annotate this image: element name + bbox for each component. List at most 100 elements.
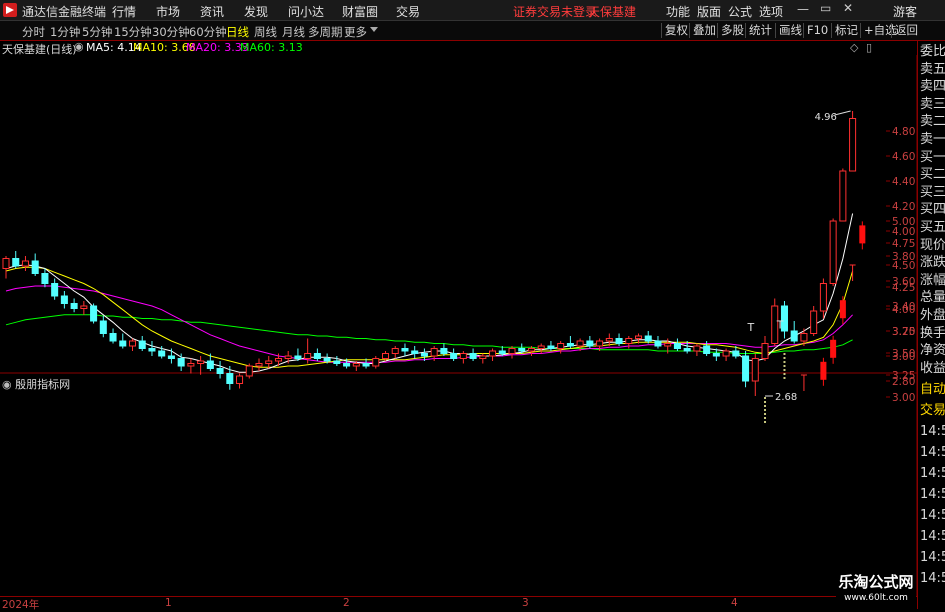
- watermark-title: 乐淘公式网: [838, 573, 914, 591]
- quote-field-label: 收益: [920, 360, 945, 376]
- legend-toggle-icon[interactable]: ◉: [74, 40, 84, 53]
- tool-draw[interactable]: 画线: [775, 23, 805, 38]
- candle-up: [634, 335, 643, 339]
- indicator-bar: [820, 361, 827, 380]
- legend-ma60: MA60: 3.13: [240, 41, 303, 54]
- watermark-url: www.60lt.com: [844, 593, 908, 603]
- period-multi[interactable]: 多周期: [308, 24, 343, 40]
- auto-trade-label[interactable]: 交易: [920, 402, 945, 420]
- tool-back[interactable]: 返回: [891, 23, 921, 38]
- period-30min[interactable]: 30分钟: [152, 24, 190, 40]
- kline-chart[interactable]: 4.804.604.404.204.003.803.603.403.203.00…: [0, 55, 917, 596]
- candle-up: [80, 305, 88, 309]
- period-timeshare[interactable]: 分时: [22, 24, 45, 40]
- candle-down: [420, 353, 428, 357]
- indicator-tick-label: 5.00: [892, 216, 915, 228]
- candle-down: [167, 355, 175, 359]
- tool-multistock[interactable]: 多股: [717, 23, 747, 38]
- indicator-tick-label: 4.00: [892, 304, 915, 316]
- price-tick-label: 4.80: [892, 126, 915, 138]
- current-stock: 天保基建: [588, 5, 637, 19]
- candle-down: [498, 350, 506, 354]
- period-more[interactable]: 更多: [344, 24, 367, 40]
- candle-up: [430, 348, 438, 357]
- title-bar: 通达信金融终端 行情 市场 资讯 发现 问小达 财富圈 交易 证券交易未登录 天…: [0, 0, 945, 21]
- candle-up: [489, 350, 497, 357]
- quote-field-label: 换手: [920, 325, 945, 341]
- candle-down: [790, 330, 798, 342]
- candle-down: [615, 338, 623, 344]
- trade-login-status[interactable]: 证券交易未登录: [513, 3, 597, 20]
- candle-down: [518, 348, 526, 352]
- minimize-icon[interactable]: —: [797, 2, 809, 16]
- tool-rights[interactable]: 复权: [661, 23, 691, 38]
- candle-up: [284, 355, 292, 359]
- indicator-tick-label: 3.50: [892, 348, 915, 360]
- indicator-bar: [830, 339, 837, 358]
- price-tick-label: 4.20: [892, 201, 915, 213]
- indicator-name: 殷朋指标网: [15, 378, 71, 391]
- period-15min[interactable]: 15分钟: [114, 24, 152, 40]
- candle-down: [401, 348, 409, 352]
- menu-layout[interactable]: 版面: [697, 3, 721, 20]
- candle-down: [712, 353, 720, 357]
- trade-time-label: 14:56: [920, 424, 945, 439]
- restore-icon[interactable]: ▭: [820, 1, 831, 15]
- candle-down: [177, 358, 185, 367]
- menu-assistant[interactable]: 问小达: [288, 3, 324, 20]
- tool-f10[interactable]: F10: [803, 23, 831, 38]
- close-icon[interactable]: ✕: [843, 1, 853, 15]
- period-weekly[interactable]: 周线: [254, 24, 277, 40]
- candle-up: [274, 358, 282, 362]
- indicator-toggle-icon[interactable]: ◉: [2, 378, 12, 391]
- candle-down: [138, 340, 146, 349]
- candle-down: [343, 363, 351, 367]
- menu-function[interactable]: 功能: [666, 3, 690, 20]
- trade-time-label: 14:56: [920, 529, 945, 544]
- period-5min[interactable]: 5分钟: [82, 24, 112, 40]
- signal-t-label: T: [776, 319, 784, 332]
- candle-up: [255, 363, 263, 367]
- quote-field-label: 买一: [920, 149, 945, 165]
- candle-up: [236, 375, 244, 384]
- menu-market[interactable]: 市场: [156, 3, 180, 20]
- quote-field-label: 卖一: [920, 132, 945, 147]
- period-daily[interactable]: 日线: [226, 24, 249, 40]
- auto-trade-label[interactable]: 自动: [920, 381, 945, 399]
- period-monthly[interactable]: 月线: [282, 24, 305, 40]
- tool-overlay[interactable]: 叠加: [689, 23, 719, 38]
- candle-up: [829, 220, 837, 284]
- x-label-feb: 2: [343, 597, 350, 609]
- menu-discover[interactable]: 发现: [244, 3, 268, 20]
- candle-up: [265, 360, 273, 364]
- period-1min[interactable]: 1分钟: [50, 24, 80, 40]
- candle-up: [557, 343, 565, 349]
- trade-time-label: 14:56: [920, 550, 945, 565]
- menu-news[interactable]: 资讯: [200, 3, 224, 20]
- price-tick-label: 4.60: [892, 151, 915, 163]
- menu-options[interactable]: 选项: [759, 3, 783, 20]
- quote-field-label: 买四: [920, 202, 945, 218]
- menu-formula[interactable]: 公式: [728, 3, 752, 20]
- tool-mark[interactable]: 标记: [831, 23, 861, 38]
- chart-window-icon[interactable]: ▯: [866, 41, 872, 54]
- candle-down: [60, 295, 68, 304]
- trade-time-label: 14:56: [920, 508, 945, 523]
- candle-up: [605, 338, 613, 342]
- more-dropdown-icon[interactable]: [370, 27, 378, 32]
- quote-field-label: 卖二: [920, 114, 945, 130]
- period-60min[interactable]: 60分钟: [189, 24, 227, 40]
- guest-label[interactable]: 游客: [893, 3, 917, 20]
- quote-field-label: 卖四: [920, 79, 945, 95]
- menu-trade[interactable]: 交易: [396, 3, 420, 20]
- indicator-tick-label: 3.00: [892, 392, 915, 404]
- tool-stats[interactable]: 统计: [745, 23, 775, 38]
- candle-down: [41, 273, 49, 284]
- quote-field-label: 买三: [920, 184, 945, 200]
- chart-diamond-icon[interactable]: ◇: [850, 41, 858, 54]
- candle-up: [693, 345, 701, 352]
- menu-wealth[interactable]: 财富圈: [342, 3, 378, 20]
- menu-quotes[interactable]: 行情: [112, 3, 136, 20]
- signal-t-label: T: [747, 321, 755, 334]
- candle-up: [2, 258, 10, 269]
